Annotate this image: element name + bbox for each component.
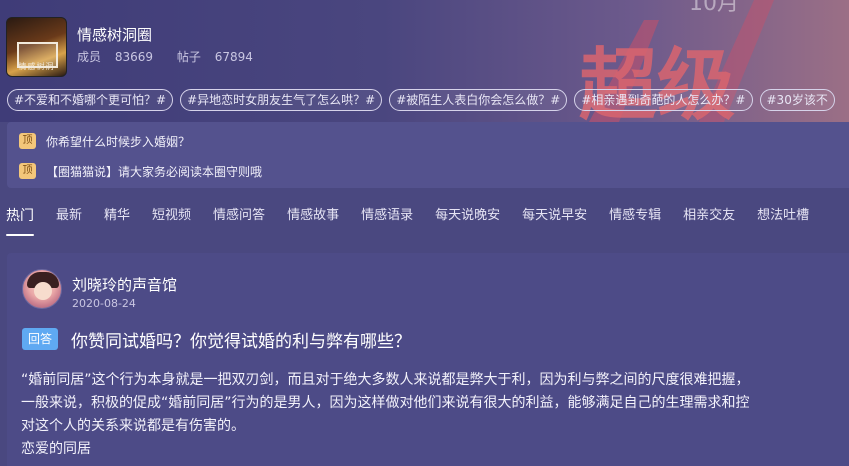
pinned-item-text: 你希望什么时候步入婚姻？ bbox=[46, 134, 191, 149]
members-count: 83669 bbox=[114, 50, 154, 64]
circle-avatar[interactable]: 情感树洞 bbox=[6, 17, 67, 77]
pinned-item[interactable]: 顶 【圈猫猫说】请大家务必阅读本圈守则哦 bbox=[19, 162, 262, 180]
topic-tag[interactable]: #不爱和不婚哪个更可怕？# bbox=[7, 89, 174, 111]
post-body-line: 对这个人的关系来说都是有伤害的。 bbox=[21, 418, 245, 434]
post-author[interactable]: 刘晓玲的声音馆 bbox=[72, 274, 177, 295]
members-label: 成员 bbox=[77, 50, 102, 64]
tab-albums[interactable]: 情感专辑 bbox=[609, 196, 661, 240]
pinned-item[interactable]: 顶 你希望什么时候步入婚姻？ bbox=[19, 132, 190, 150]
post-date: 2020-08-24 bbox=[72, 297, 136, 310]
tab-qa[interactable]: 情感问答 bbox=[213, 196, 265, 240]
tab-thoughts[interactable]: 想法吐槽 bbox=[757, 196, 809, 240]
post-title[interactable]: 你赞同试婚吗？你觉得试婚的利与弊有哪些？ bbox=[71, 327, 411, 352]
category-tabs: 热门 最新 精华 短视频 情感问答 情感故事 情感语录 每天说晚安 每天说早安 … bbox=[0, 196, 849, 240]
circle-title: 情感树洞圈 bbox=[77, 26, 153, 44]
topic-tag[interactable]: #30岁该不 bbox=[759, 89, 835, 111]
tab-quotes[interactable]: 情感语录 bbox=[361, 196, 413, 240]
tab-short-video[interactable]: 短视频 bbox=[152, 196, 191, 240]
pinned-item-text: 【圈猫猫说】请大家务必阅读本圈守则哦 bbox=[46, 164, 263, 179]
avatar-face bbox=[34, 282, 52, 300]
members-stat: 成员 83669 bbox=[77, 50, 163, 64]
topic-tag[interactable]: #相亲遇到奇葩的人怎么办？# bbox=[574, 89, 753, 111]
post-body-line: 一般来说，积极的促成“婚前同居”行为的是男人，因为这样做对他们来说有很大的利益，… bbox=[21, 395, 750, 411]
tab-hot[interactable]: 热门 bbox=[6, 196, 34, 240]
tab-featured[interactable]: 精华 bbox=[104, 196, 130, 240]
circle-avatar-caption: 情感树洞 bbox=[18, 62, 55, 71]
pin-badge: 顶 bbox=[19, 133, 36, 149]
post-body-line: “婚前同居”这个行为本身就是一把双刃剑，而且对于绝大多数人来说都是弊大于利，因为… bbox=[21, 372, 750, 388]
circle-header: 超级 10月 情感树洞 情感树洞圈 成员 83669 帖子 67894 #不爱和… bbox=[0, 0, 849, 122]
topic-tags: #不爱和不婚哪个更可怕？# #异地恋时女朋友生气了怎么哄？# #被陌生人表白你会… bbox=[7, 89, 835, 111]
post-card[interactable]: 刘晓玲的声音馆 2020-08-24 回答 你赞同试婚吗？你觉得试婚的利与弊有哪… bbox=[7, 253, 849, 466]
circle-stats: 成员 83669 帖子 67894 bbox=[77, 48, 273, 65]
posts-stat: 帖子 67894 bbox=[177, 50, 263, 64]
topic-tag[interactable]: #被陌生人表白你会怎么做？# bbox=[389, 89, 568, 111]
posts-label: 帖子 bbox=[176, 50, 201, 64]
post-body[interactable]: “婚前同居”这个行为本身就是一把双刃剑，而且对于绝大多数人来说都是弊大于利，因为… bbox=[21, 369, 849, 461]
banner-small-text: 10月 bbox=[689, 0, 739, 16]
tab-good-night[interactable]: 每天说晚安 bbox=[435, 196, 500, 240]
posts-count: 67894 bbox=[214, 50, 253, 64]
tab-good-morning[interactable]: 每天说早安 bbox=[522, 196, 587, 240]
tab-dating[interactable]: 相亲交友 bbox=[683, 196, 735, 240]
answer-badge: 回答 bbox=[22, 328, 58, 350]
topic-tag[interactable]: #异地恋时女朋友生气了怎么哄？# bbox=[180, 89, 383, 111]
pinned-posts: 顶 你希望什么时候步入婚姻？ 顶 【圈猫猫说】请大家务必阅读本圈守则哦 bbox=[7, 122, 849, 188]
tab-latest[interactable]: 最新 bbox=[56, 196, 82, 240]
post-body-line: 恋爱的同居 bbox=[21, 441, 91, 457]
tab-stories[interactable]: 情感故事 bbox=[287, 196, 339, 240]
avatar[interactable] bbox=[22, 269, 62, 309]
pin-badge: 顶 bbox=[19, 163, 36, 179]
